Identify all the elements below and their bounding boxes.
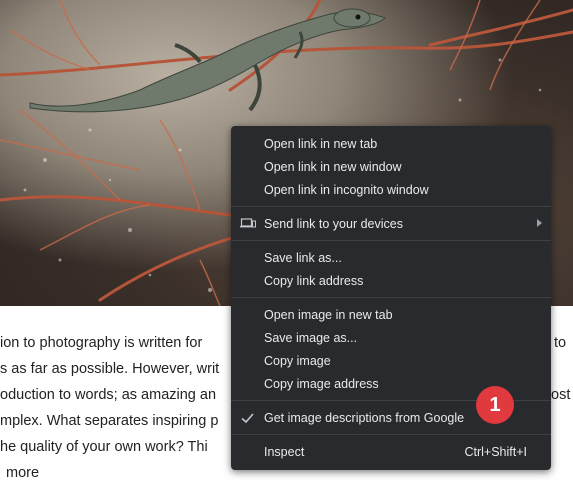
menu-item-send-link-to-devices[interactable]: Send link to your devices bbox=[231, 212, 551, 235]
menu-item-label: Copy image address bbox=[264, 376, 379, 391]
step-number-badge: 1 bbox=[476, 386, 514, 424]
menu-item-open-image-new-tab[interactable]: Open image in new tab bbox=[231, 303, 551, 326]
menu-item-label: Copy image bbox=[264, 353, 331, 368]
menu-item-save-image-as[interactable]: Save image as... bbox=[231, 326, 551, 349]
article-fragment: to bbox=[554, 335, 567, 351]
menu-item-label: Inspect bbox=[264, 444, 305, 459]
menu-item-label: Save link as... bbox=[264, 250, 342, 265]
menu-separator bbox=[231, 206, 551, 207]
checkmark-icon bbox=[240, 411, 256, 425]
menu-item-label: Open link in new tab bbox=[264, 136, 378, 151]
menu-item-shortcut: Ctrl+Shift+I bbox=[464, 444, 527, 459]
menu-item-label: Open image in new tab bbox=[264, 307, 393, 322]
devices-icon bbox=[240, 217, 256, 231]
menu-separator bbox=[231, 297, 551, 298]
article-line: mplex. What separates inspiring p bbox=[0, 413, 219, 429]
menu-separator bbox=[231, 240, 551, 241]
menu-item-label: Open link in new window bbox=[264, 159, 402, 174]
submenu-arrow-icon bbox=[537, 219, 542, 227]
article-line: ion to photography is written for bbox=[0, 335, 203, 351]
menu-separator bbox=[231, 434, 551, 435]
menu-item-save-link-as[interactable]: Save link as... bbox=[231, 246, 551, 269]
article-line: he quality of your own work? Thi bbox=[0, 439, 208, 455]
menu-item-copy-link-address[interactable]: Copy link address bbox=[231, 269, 551, 292]
menu-item-label: Copy link address bbox=[264, 273, 364, 288]
menu-item-inspect[interactable]: Inspect Ctrl+Shift+I bbox=[231, 440, 551, 463]
menu-item-label: Get image descriptions from Google bbox=[264, 410, 465, 425]
menu-item-label: Open link in incognito window bbox=[264, 182, 429, 197]
article-line: oduction to words; as amazing an bbox=[0, 387, 217, 403]
menu-item-copy-image[interactable]: Copy image bbox=[231, 349, 551, 372]
menu-item-open-link-incognito[interactable]: Open link in incognito window bbox=[231, 178, 551, 201]
menu-item-label: Save image as... bbox=[264, 330, 358, 345]
article-fragment: ost bbox=[551, 387, 571, 403]
menu-item-open-link-new-window[interactable]: Open link in new window bbox=[231, 155, 551, 178]
menu-item-label: Send link to your devices bbox=[264, 216, 403, 231]
menu-item-open-link-new-tab[interactable]: Open link in new tab bbox=[231, 132, 551, 155]
article-line: s as far as possible. However, writ bbox=[0, 361, 220, 377]
